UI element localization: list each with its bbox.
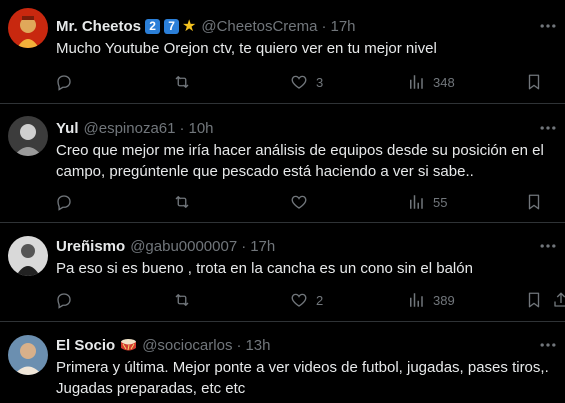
display-name[interactable]: El Socio: [56, 337, 115, 354]
retweet-icon: [173, 73, 191, 91]
timestamp[interactable]: 10h: [188, 120, 213, 137]
handle[interactable]: @sociocarlos: [142, 337, 232, 354]
timestamp[interactable]: 17h: [330, 18, 355, 35]
like-button[interactable]: 2: [290, 290, 323, 310]
share-icon: [552, 291, 565, 309]
tweet[interactable]: El Socio @sociocarlos · 13h Primera y úl…: [0, 322, 565, 403]
tweet-text: Primera y última. Mejor ponte a ver vide…: [56, 359, 549, 397]
views-icon: [407, 73, 425, 91]
like-button[interactable]: [290, 192, 308, 212]
bookmark-icon: [525, 291, 543, 309]
more-icon[interactable]: [537, 16, 559, 36]
avatar[interactable]: [8, 8, 48, 48]
views-button[interactable]: 389: [407, 290, 455, 310]
bookmark-icon: [525, 193, 543, 211]
reply-icon: [55, 193, 73, 211]
views-button[interactable]: 55: [407, 192, 447, 212]
views-count: 389: [433, 292, 455, 308]
reply-button[interactable]: [55, 192, 73, 212]
timestamp[interactable]: 17h: [250, 238, 275, 255]
tweet[interactable]: Mr. Cheetos 2 7 ★ @CheetosCrema · 17h Mu…: [0, 0, 565, 104]
action-bar: 3 348: [50, 72, 560, 92]
like-icon: [290, 193, 308, 211]
tweet[interactable]: Ureñismo @gabu0000007 · 17h Pa eso si es…: [0, 223, 565, 322]
retweet-button[interactable]: [173, 72, 191, 92]
bookmark-button[interactable]: [525, 192, 543, 212]
like-icon: [290, 291, 308, 309]
tweet-text: Creo que mejor me iría hacer análisis de…: [56, 142, 544, 180]
views-count: 55: [433, 194, 448, 210]
avatar[interactable]: [8, 116, 48, 156]
bookmark-icon: [525, 73, 543, 91]
separator: ·: [236, 336, 242, 354]
separator: ·: [241, 237, 247, 255]
like-count: 3: [316, 74, 324, 90]
action-bar: 55: [50, 192, 560, 212]
display-name[interactable]: Yul: [56, 120, 79, 137]
avatar[interactable]: [8, 236, 48, 276]
more-icon[interactable]: [537, 236, 559, 256]
star-icon: ★: [182, 18, 197, 35]
handle[interactable]: @gabu0000007: [130, 238, 237, 255]
drum-icon: [121, 339, 137, 351]
timestamp[interactable]: 13h: [245, 337, 270, 354]
more-icon[interactable]: [537, 118, 559, 138]
badge-keycap: 2: [145, 18, 161, 34]
bookmark-button[interactable]: [525, 72, 543, 92]
views-icon: [407, 291, 425, 309]
retweet-icon: [173, 193, 191, 211]
display-name[interactable]: Mr. Cheetos: [56, 18, 141, 35]
tweet[interactable]: Yul @espinoza61 · 10h Creo que mejor me …: [0, 104, 565, 223]
like-count: 2: [316, 292, 324, 308]
tweet-text: Mucho Youtube Orejon ctv, te quiero ver …: [56, 40, 437, 57]
more-icon[interactable]: [537, 335, 559, 355]
avatar[interactable]: [8, 335, 48, 375]
retweet-button[interactable]: [173, 290, 191, 310]
reply-icon: [55, 73, 73, 91]
views-count: 348: [433, 74, 455, 90]
display-name[interactable]: Ureñismo: [56, 238, 125, 255]
views-icon: [407, 193, 425, 211]
handle[interactable]: @CheetosCrema: [201, 18, 317, 35]
tweet-text: Pa eso si es bueno , trota en la cancha …: [56, 260, 473, 277]
handle[interactable]: @espinoza61: [84, 120, 176, 137]
separator: ·: [179, 119, 185, 137]
reply-button[interactable]: [55, 290, 73, 310]
bookmark-button[interactable]: [525, 290, 543, 310]
action-bar: 2 389: [50, 290, 560, 310]
reply-icon: [55, 291, 73, 309]
separator: ·: [321, 17, 327, 35]
badge-keycap: 7: [164, 18, 180, 34]
like-button[interactable]: 3: [290, 72, 323, 92]
reply-button[interactable]: [55, 72, 73, 92]
like-icon: [290, 73, 308, 91]
share-button[interactable]: [552, 290, 565, 310]
retweet-button[interactable]: [173, 192, 191, 212]
retweet-icon: [173, 291, 191, 309]
views-button[interactable]: 348: [407, 72, 455, 92]
